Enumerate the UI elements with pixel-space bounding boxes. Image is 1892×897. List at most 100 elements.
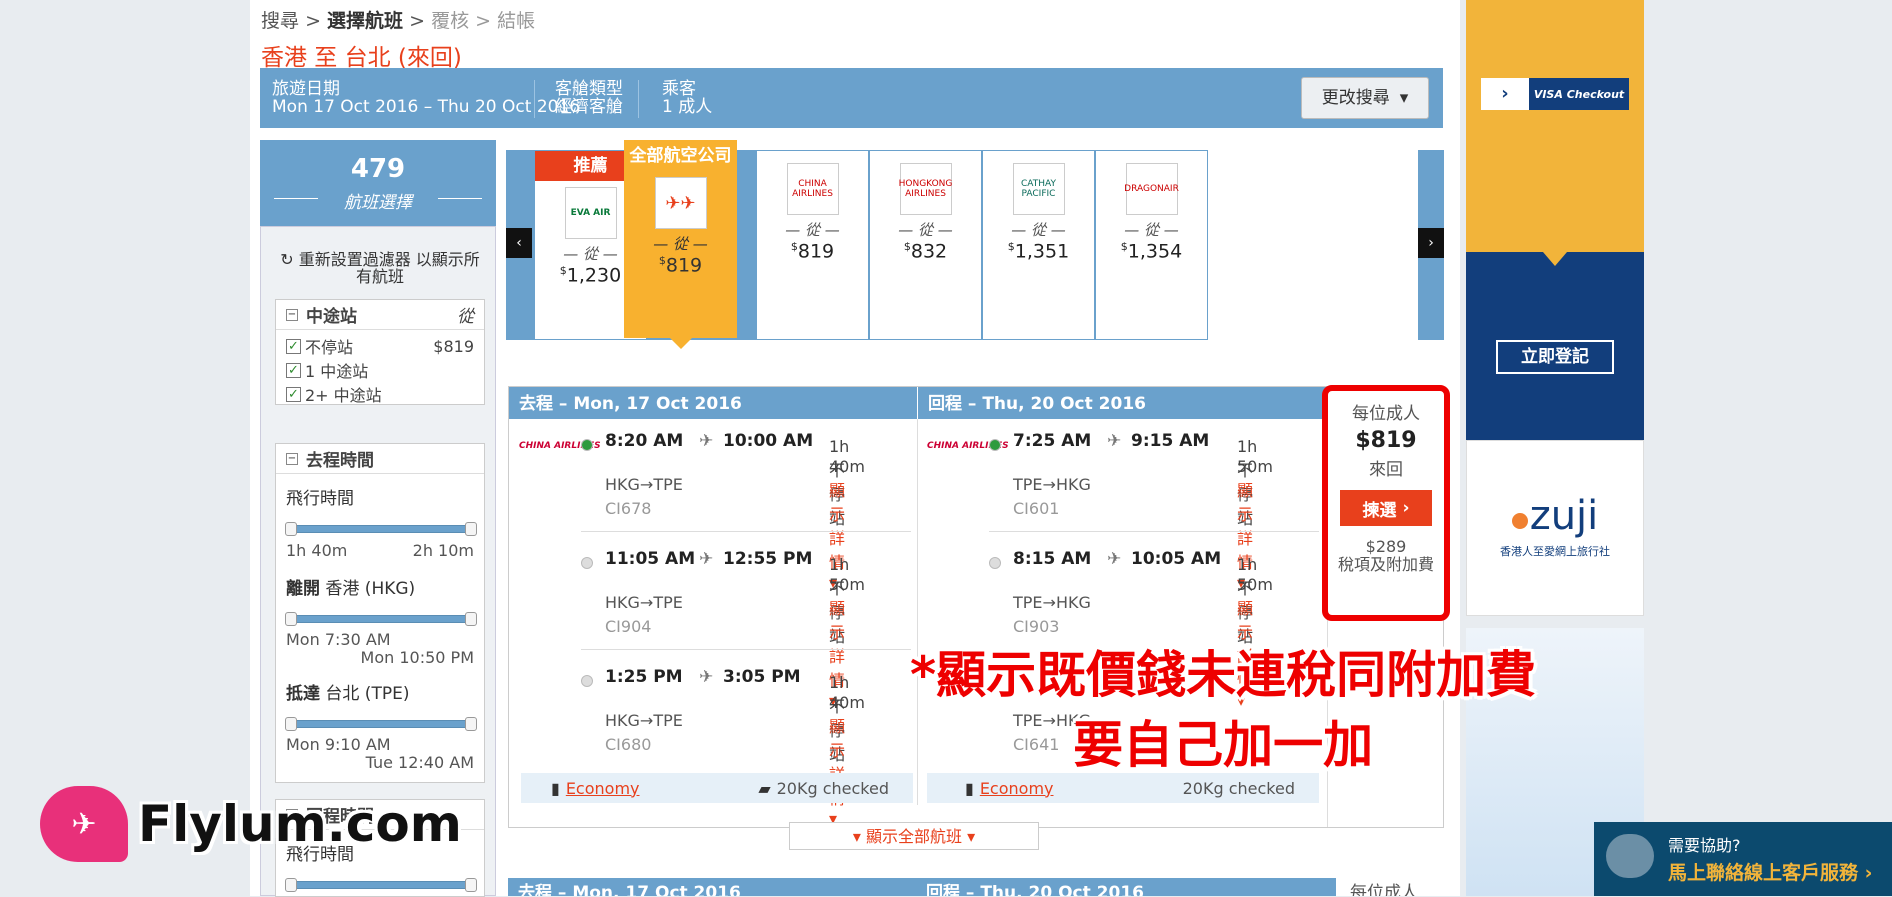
- duration-slider[interactable]: [285, 522, 477, 536]
- crumb-search[interactable]: 搜尋: [261, 10, 299, 32]
- plane-icon: ✈: [1107, 549, 1122, 569]
- collapse-icon[interactable]: −: [286, 308, 298, 321]
- airline-logo-text: HONGKONG AIRLINES: [898, 179, 953, 199]
- annotation-line-2: 要自己加一加: [1073, 716, 1374, 774]
- radio-selected-icon[interactable]: [989, 439, 1001, 451]
- stops-option-nonstop[interactable]: ✓ 不停站 $819: [276, 334, 484, 358]
- show-all-flights-button[interactable]: ▾ 顯示全部航班 ▾: [789, 822, 1039, 850]
- arrive-time: 3:05 PM: [723, 667, 801, 687]
- airline-logo-text: DRAGONAIR: [1124, 184, 1179, 194]
- per-adult-label: 每位成人: [1352, 404, 1420, 424]
- live-help-widget[interactable]: 需要協助? 馬上聯絡線上客戶服務 ›: [1594, 822, 1892, 896]
- tax-amount: $289: [1365, 537, 1407, 556]
- modify-search-button[interactable]: 更改搜尋 ▾: [1301, 77, 1429, 119]
- checkbox-checked-icon[interactable]: ✓: [286, 338, 301, 354]
- arrive-label: 抵達 台北 (TPE): [276, 679, 484, 704]
- slider-handle-min[interactable]: [285, 717, 297, 731]
- from-label: — 從 —: [1011, 221, 1066, 239]
- stops-filter-header[interactable]: − 中途站 從: [276, 300, 484, 330]
- next-return-header: 回程 – Thu, 20 Oct 2016: [926, 883, 1144, 896]
- stops-title: 中途站: [306, 307, 357, 327]
- row-divider: [581, 531, 911, 532]
- outbound-time-filter: − 去程時間 飛行時間 1h 40m 2h 10m 離開 香港 (HKG) Mo…: [275, 443, 485, 783]
- roundtrip-label: 來回: [1369, 460, 1403, 480]
- zuji-logo: zuji: [1467, 493, 1643, 539]
- chevron-right-icon: ›: [1481, 78, 1529, 110]
- return-flight-option[interactable]: CHINA AIRLINES 7:25 AM ✈ 9:15 AM 1h 50m …: [917, 419, 1319, 592]
- carousel-next-button[interactable]: ›: [1418, 228, 1444, 258]
- radio-icon[interactable]: [581, 557, 593, 569]
- economy-link[interactable]: Economy: [566, 779, 640, 798]
- airline-card-cathay-pacific[interactable]: CATHAY PACIFIC — 從 — $1,351: [982, 150, 1095, 340]
- show-all-label: 顯示全部航班: [865, 827, 962, 846]
- outbound-flight-option[interactable]: 11:05 AM ✈ 12:55 PM 1h 50m 不停站 顯示詳情 ▾ HK…: [509, 537, 911, 710]
- depart-time: 8:20 AM: [605, 431, 684, 451]
- fare-price: $819: [1355, 428, 1417, 453]
- from-label: — 從 —: [785, 221, 840, 239]
- radio-icon[interactable]: [989, 557, 1001, 569]
- return-flight-option[interactable]: 8:15 AM ✈ 10:05 AM 1h 50m 不停站 顯示詳情 ▾ TPE…: [917, 537, 1273, 710]
- checkbox-checked-icon[interactable]: ✓: [286, 386, 301, 402]
- airline-card-hongkong-airlines[interactable]: HONGKONG AIRLINES — 從 — $832: [869, 150, 982, 340]
- stops-option-two-plus[interactable]: ✓ 2+ 中途站: [276, 382, 484, 406]
- route-path: HKG→TPE: [605, 475, 683, 494]
- airline-card-china-airlines[interactable]: CHINA AIRLINES — 從 — $819: [756, 150, 869, 340]
- range-min: Mon 9:10 AM: [286, 735, 391, 754]
- flight-count-label: 航班選擇: [344, 193, 412, 213]
- outbound-filter-header[interactable]: − 去程時間: [276, 444, 484, 474]
- checkbox-checked-icon[interactable]: ✓: [286, 362, 301, 378]
- select-label: 揀選: [1362, 500, 1397, 521]
- show-details-link[interactable]: 顯示詳情 ▾: [829, 713, 845, 828]
- slider-handle-min[interactable]: [285, 522, 297, 536]
- select-flight-button[interactable]: 揀選 ›: [1340, 490, 1432, 526]
- chat-bubble-icon: [1606, 834, 1654, 878]
- slider-handle-max[interactable]: [465, 612, 477, 626]
- carousel-empty-area: [1208, 150, 1418, 340]
- return-header: 回程 – Thu, 20 Oct 2016: [917, 387, 1327, 419]
- outbound-flight-option[interactable]: 1:25 PM ✈ 3:05 PM 1h 40m 不停站 顯示詳情 ▾ HKG→…: [509, 655, 865, 828]
- airline-card-dragonair[interactable]: DRAGONAIR — 從 — $1,354: [1095, 150, 1208, 340]
- option-price: $819: [433, 336, 474, 356]
- price-value: 1,351: [1014, 240, 1070, 263]
- depart-label: 離開 香港 (HKG): [276, 574, 484, 599]
- visa-ad[interactable]: › VISA Checkout: [1466, 0, 1644, 252]
- return-duration-slider[interactable]: [285, 878, 477, 892]
- stops-option-one[interactable]: ✓ 1 中途站: [276, 358, 484, 382]
- eva-air-logo: EVA AIR: [564, 187, 617, 239]
- planes-icon: ✈✈: [654, 177, 707, 229]
- card-price: $819: [790, 240, 835, 263]
- airline-card-all[interactable]: 全部航空公司 ✈✈ — 從 — $819: [624, 140, 737, 349]
- radio-selected-icon[interactable]: [581, 439, 593, 451]
- register-ad: 立即登記: [1466, 252, 1644, 440]
- economy-link[interactable]: Economy: [980, 779, 1054, 798]
- range-min: 1h 40m: [286, 541, 348, 560]
- tax-info: $289 稅項及附加費: [1328, 538, 1444, 574]
- register-button[interactable]: 立即登記: [1496, 340, 1614, 374]
- collapse-icon[interactable]: −: [286, 452, 298, 465]
- reset-filters-link[interactable]: ↻ 重新設置過濾器 以顯示所有航班: [275, 251, 485, 285]
- arrive-time: 12:55 PM: [723, 549, 813, 569]
- slider-handle-max[interactable]: [465, 878, 477, 892]
- from-text: 從: [804, 221, 820, 239]
- slider-handle-max[interactable]: [465, 717, 477, 731]
- outbound-flight-option[interactable]: CHINA AIRLINES 8:20 AM ✈ 10:00 AM 1h 40m…: [509, 419, 911, 592]
- help-cta[interactable]: 馬上聯絡線上客戶服務 ›: [1668, 858, 1872, 885]
- next-per-adult: 每位成人: [1336, 878, 1444, 896]
- depart-time: 8:15 AM: [1013, 549, 1092, 569]
- arrive-time: 9:15 AM: [1131, 431, 1210, 451]
- slider-handle-min[interactable]: [285, 878, 297, 892]
- reset-label: 重新設置過濾器 以顯示所有航班: [298, 250, 480, 286]
- slider-handle-min[interactable]: [285, 612, 297, 626]
- range-max: 2h 10m: [412, 541, 474, 560]
- from-text: 從: [582, 245, 598, 263]
- slider-handle-max[interactable]: [465, 522, 477, 536]
- decor-line: [274, 198, 318, 199]
- price-value: 1,354: [1127, 240, 1183, 263]
- depart-slider[interactable]: [285, 612, 477, 626]
- route-path: HKG→TPE: [605, 711, 683, 730]
- search-summary: 旅遊日期 Mon 17 Oct 2016 – Thu 20 Oct 2016 客…: [260, 68, 1443, 128]
- radio-icon[interactable]: [581, 675, 593, 687]
- arrive-slider[interactable]: [285, 717, 477, 731]
- zuji-ad[interactable]: zuji 香港人至愛網上旅行社: [1466, 440, 1644, 616]
- carousel-prev-button[interactable]: ‹: [506, 228, 532, 258]
